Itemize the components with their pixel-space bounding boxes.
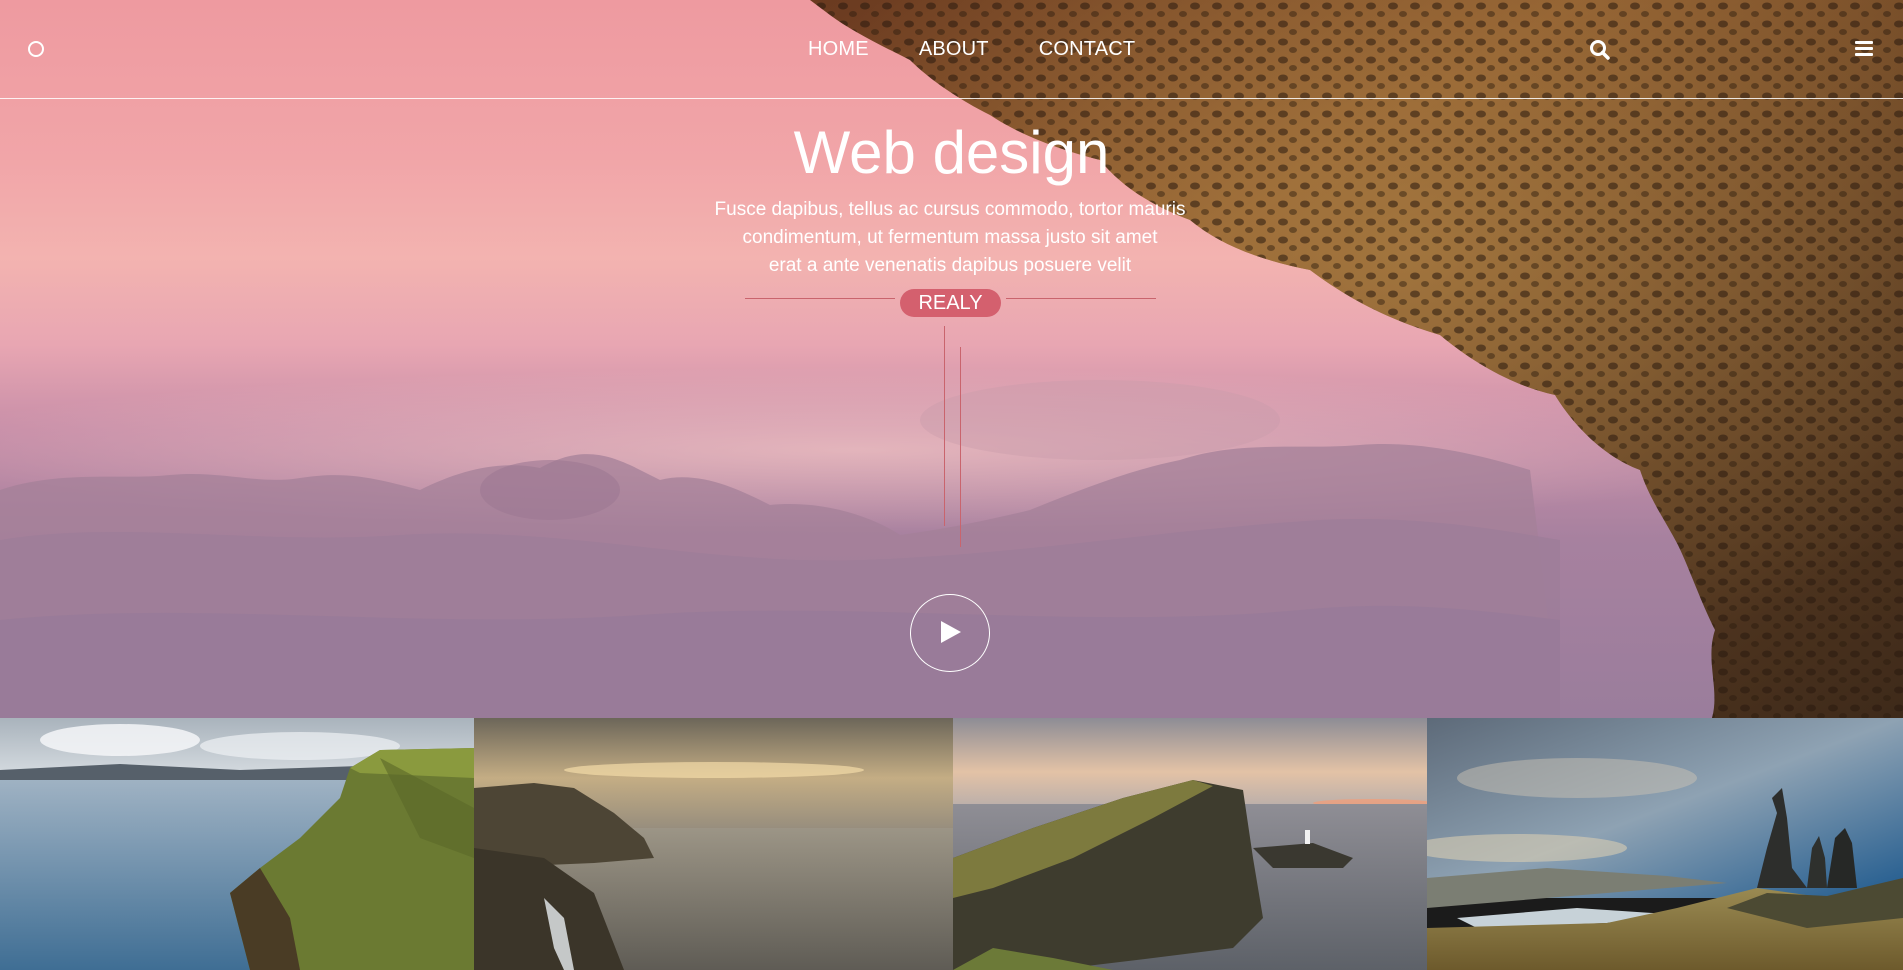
search-icon[interactable] [1589, 39, 1611, 61]
image-gallery [0, 718, 1903, 970]
hero-title: Web design [793, 119, 1110, 186]
nav-home-link[interactable]: HOME [808, 38, 869, 60]
hamburger-menu-icon[interactable] [1855, 41, 1873, 57]
lighthouse-headland-image [953, 718, 1427, 970]
nav-about-link[interactable]: ABOUT [919, 38, 989, 60]
gallery-image-4[interactable] [1427, 718, 1903, 970]
hero-subtitle-line: Fusce dapibus, tellus ac cursus commodo,… [714, 199, 1186, 220]
hero-subtitle-line: condimentum, ut fermentum massa justo si… [742, 227, 1158, 248]
main-menu: HOME ABOUT CONTACT [808, 38, 1185, 60]
decorative-vertical-line [944, 326, 945, 526]
divider-left [745, 298, 895, 299]
circle-logo-icon[interactable] [28, 41, 44, 57]
rock-pinnacles-image [1427, 718, 1903, 970]
nav-contact-link[interactable]: CONTACT [1039, 38, 1136, 60]
hero-section: HOME ABOUT CONTACT Web design Fusce dapi… [0, 0, 1903, 718]
decorative-vertical-line [960, 347, 961, 547]
realy-button[interactable]: REALY [900, 289, 1001, 317]
divider-right [1006, 298, 1156, 299]
play-icon [941, 621, 961, 643]
landing-page: HOME ABOUT CONTACT Web design Fusce dapi… [0, 0, 1903, 970]
coastal-cliff-image [0, 718, 474, 970]
play-video-button[interactable] [910, 594, 990, 672]
sea-cliff-sunset-image [474, 718, 953, 970]
hero-subtitle-line: erat a ante venenatis dapibus posuere ve… [768, 255, 1132, 276]
gallery-image-2[interactable] [474, 718, 953, 970]
hero-subtitle: Fusce dapibus, tellus ac cursus commodo,… [690, 196, 1210, 280]
gallery-image-1[interactable] [0, 718, 474, 970]
top-navigation: HOME ABOUT CONTACT [0, 0, 1903, 99]
gallery-image-3[interactable] [953, 718, 1427, 970]
